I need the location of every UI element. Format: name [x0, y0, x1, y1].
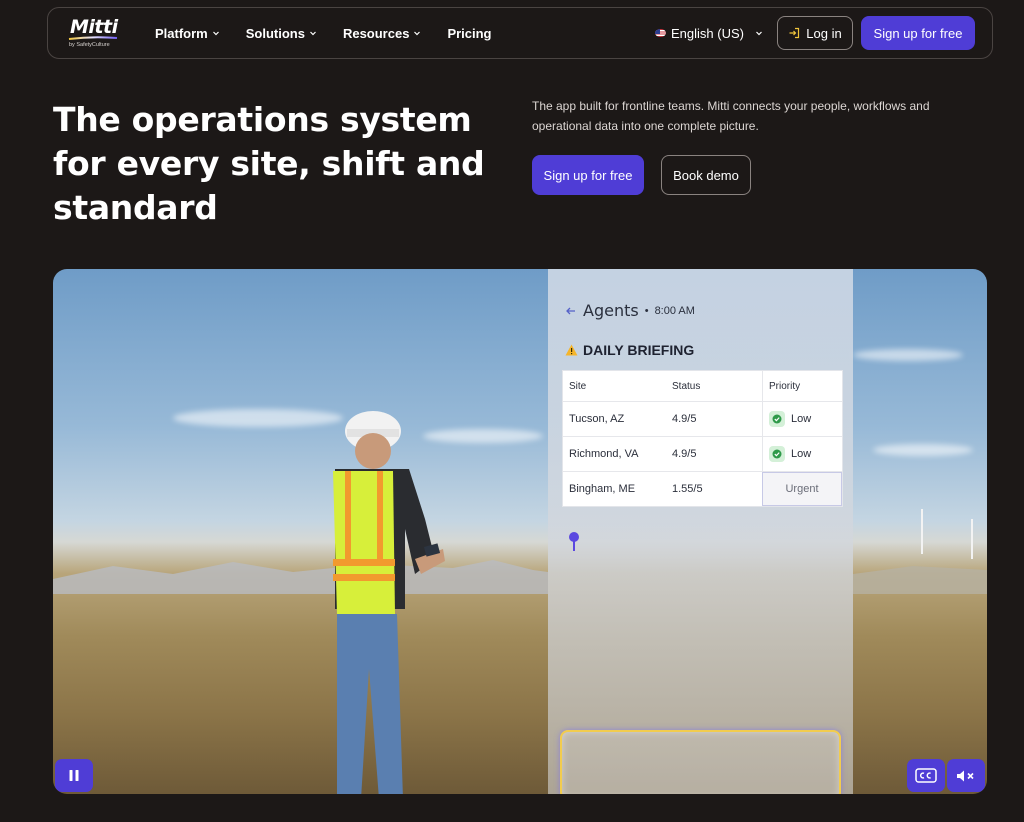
login-label: Log in — [806, 25, 842, 41]
logo-tagline: by SafetyCulture — [69, 42, 110, 48]
mute-button[interactable] — [947, 759, 985, 792]
check-icon — [769, 446, 785, 462]
hero-signup-label: Sign up for free — [543, 167, 633, 183]
column-header-status: Status — [672, 380, 701, 392]
priority-cell: Low — [762, 437, 842, 471]
chat-input-glow[interactable] — [560, 730, 841, 794]
table-row[interactable]: Tucson, AZ 4.9/5 Low — [563, 402, 842, 437]
brand-logo[interactable]: Mitti by SafetyCulture — [66, 16, 122, 52]
chevron-down-icon — [310, 31, 316, 36]
menu-item-resources[interactable]: Resources — [343, 26, 421, 41]
map-pin-icon — [569, 532, 579, 551]
chevron-down-icon — [212, 31, 219, 36]
pause-button[interactable] — [55, 759, 93, 792]
separator-dot: • — [644, 304, 649, 317]
wind-turbine — [921, 509, 923, 554]
briefing-table: Site Status Priority Tucson, AZ 4.9/5 Lo… — [562, 370, 843, 507]
speaker-muted-icon — [957, 770, 974, 781]
hero-video[interactable]: Agents • 8:00 AM DAILY BRIEFING Site Sta… — [53, 269, 987, 794]
login-button[interactable]: Log in — [777, 16, 853, 50]
table-row[interactable]: Richmond, VA 4.9/5 Low — [563, 437, 842, 472]
worker-figure — [333, 411, 445, 794]
status-cell: 4.9/5 — [672, 413, 697, 425]
login-arrow-icon — [789, 27, 800, 39]
language-selector[interactable]: English (US) — [655, 8, 763, 58]
menu-item-label: Resources — [342, 25, 410, 41]
warning-icon — [565, 344, 578, 356]
menu-item-pricing[interactable]: Pricing — [447, 26, 491, 41]
site-cell: Bingham, ME — [569, 483, 636, 495]
menu-item-platform[interactable]: Platform — [155, 26, 220, 41]
wind-turbine — [971, 519, 973, 559]
nav-signup-button[interactable]: Sign up for free — [861, 16, 975, 50]
captions-button[interactable] — [907, 759, 945, 792]
agents-header: Agents • 8:00 AM — [565, 301, 695, 320]
menu-item-label: Solutions — [245, 25, 305, 41]
menu-item-label: Platform — [155, 25, 208, 41]
top-navigation: Mitti by SafetyCulture Platform Solution… — [47, 7, 993, 59]
status-cell: 1.55/5 — [672, 483, 703, 495]
priority-label: Low — [791, 448, 812, 460]
daily-briefing-heading: DAILY BRIEFING — [565, 342, 694, 358]
menu-item-solutions[interactable]: Solutions — [246, 26, 317, 41]
column-header-site: Site — [569, 380, 587, 392]
site-cell: Richmond, VA — [569, 448, 639, 460]
briefing-title: DAILY BRIEFING — [583, 342, 695, 358]
agents-panel: Agents • 8:00 AM DAILY BRIEFING Site Sta… — [548, 269, 853, 794]
hero-title: The operations system for every site, sh… — [53, 100, 485, 227]
table-row[interactable]: Bingham, ME 1.55/5 Urgent — [563, 472, 842, 506]
cloud — [873, 444, 973, 456]
chevron-down-icon — [414, 31, 421, 36]
status-cell: 4.9/5 — [672, 448, 697, 460]
briefing-time: 8:00 AM — [654, 304, 695, 317]
nav-signup-label: Sign up for free — [873, 25, 963, 41]
logo-wordmark: Mitti — [70, 16, 118, 38]
hero-description: The app built for frontline teams. Mitti… — [532, 99, 930, 133]
closed-captions-icon — [915, 768, 937, 783]
logo-swoosh-icon — [68, 36, 118, 40]
hero-signup-button[interactable]: Sign up for free — [532, 155, 644, 195]
us-flag-icon — [655, 29, 666, 37]
language-label: English (US) — [671, 25, 744, 41]
priority-cell: Low — [762, 402, 842, 436]
site-cell: Tucson, AZ — [569, 413, 625, 425]
cloud — [853, 349, 963, 361]
column-header-priority: Priority — [762, 371, 842, 401]
main-menu: Platform Solutions Resources Pricing — [155, 8, 492, 58]
table-header-row: Site Status Priority — [563, 371, 842, 402]
pause-icon — [69, 770, 79, 781]
priority-label: Low — [791, 413, 812, 425]
back-arrow-icon[interactable] — [565, 305, 577, 317]
book-demo-label: Book demo — [673, 167, 739, 183]
check-icon — [769, 411, 785, 427]
menu-item-label: Pricing — [447, 25, 492, 41]
priority-cell-urgent: Urgent — [762, 472, 842, 506]
agents-title: Agents — [583, 301, 639, 320]
chevron-down-icon — [756, 31, 762, 36]
book-demo-button[interactable]: Book demo — [661, 155, 751, 195]
